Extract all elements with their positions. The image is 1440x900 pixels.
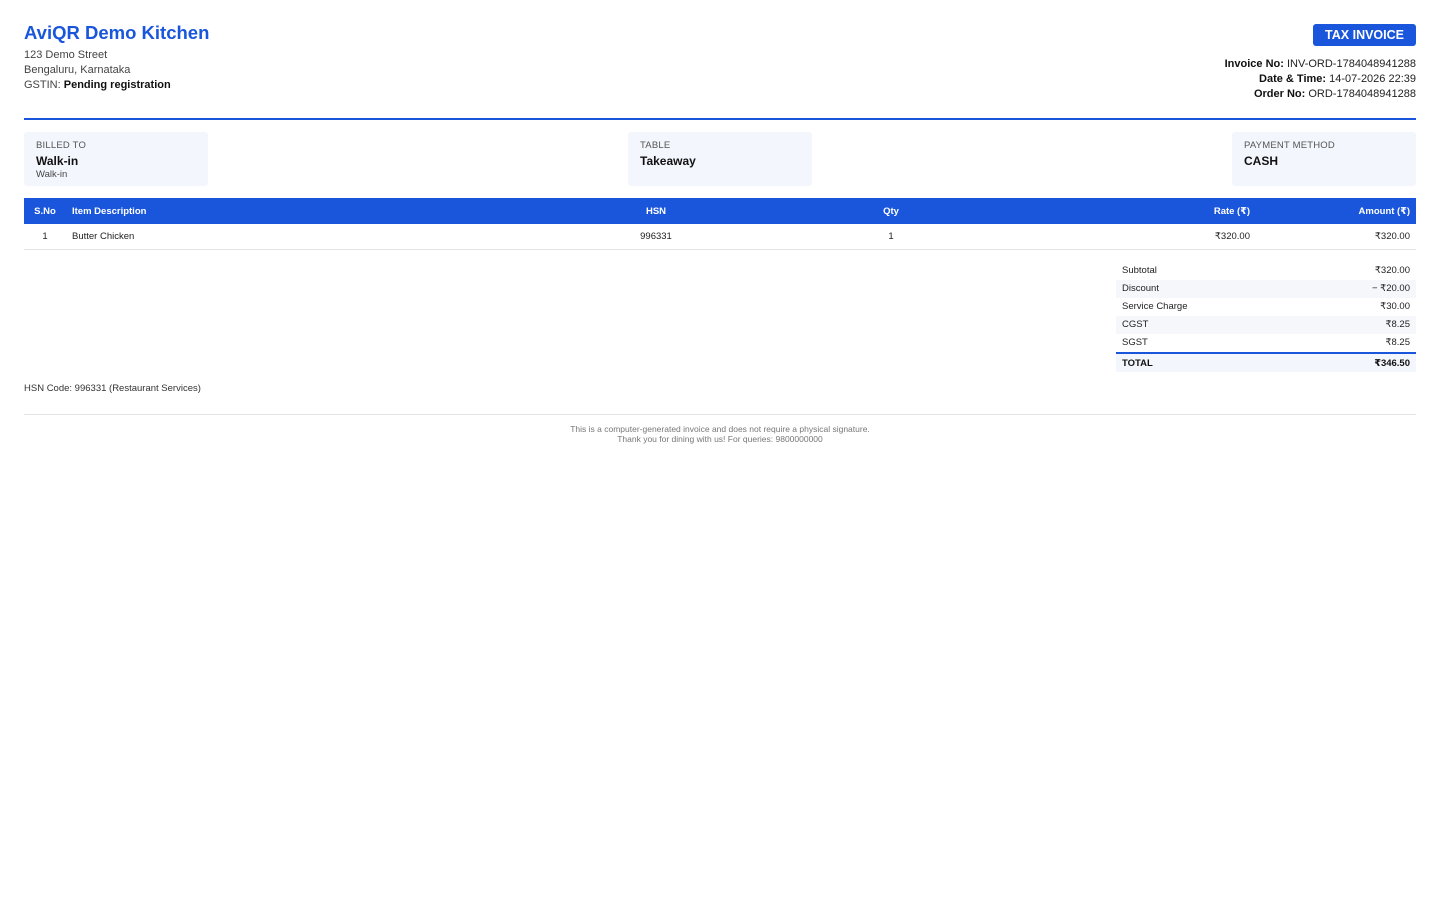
invoice-number-value: INV-ORD-1784048941288 — [1286, 58, 1416, 70]
footer-disclaimer: This is a computer-generated invoice and… — [570, 424, 870, 434]
col-amount-header: Amount (₹) — [1256, 198, 1416, 224]
cgst-value: ₹8.25 — [1385, 319, 1410, 330]
order-number-value: ORD-1784048941288 — [1308, 88, 1416, 100]
subtotal-label: Subtotal — [1122, 265, 1157, 276]
invoice-footer: This is a computer-generated invoice and… — [24, 414, 1416, 444]
business-details: AviQR Demo Kitchen 123 Demo Street Benga… — [24, 22, 209, 93]
invoice-header: AviQR Demo Kitchen 123 Demo Street Benga… — [24, 0, 1416, 120]
hsn-code-note: HSN Code: 996331 (Restaurant Services) — [24, 383, 201, 394]
gstin-label: GSTIN: — [24, 79, 61, 91]
items-table: S.No Item Description HSN Qty Rate (₹) A… — [24, 198, 1416, 250]
billed-to-label: BILLED TO — [36, 140, 87, 151]
col-sno-header: S.No — [24, 198, 66, 224]
tax-invoice-badge: TAX INVOICE — [1313, 24, 1416, 46]
row-hsn: 996331 — [536, 224, 776, 250]
col-description-header: Item Description — [66, 198, 536, 224]
order-number-row: Order No: ORD-1784048941288 — [1225, 87, 1416, 102]
sgst-value: ₹8.25 — [1385, 337, 1410, 348]
grand-total-label: TOTAL — [1122, 358, 1153, 369]
billed-to-sub: Walk-in — [36, 169, 68, 180]
col-qty-header: Qty — [776, 198, 1006, 224]
row-amount: ₹320.00 — [1256, 224, 1416, 250]
service-charge-row: Service Charge ₹30.00 — [1116, 298, 1416, 316]
service-charge-value: ₹30.00 — [1380, 301, 1410, 312]
billed-to-card: BILLED TO Walk-in Walk-in — [24, 132, 208, 186]
grand-total-value: ₹346.50 — [1374, 358, 1410, 369]
invoice-datetime-label: Date & Time: — [1259, 73, 1327, 85]
col-hsn-header: HSN — [536, 198, 776, 224]
row-qty: 1 — [776, 224, 1006, 250]
cgst-row: CGST ₹8.25 — [1116, 316, 1416, 334]
subtotal-value: ₹320.00 — [1374, 265, 1410, 276]
order-number-label: Order No: — [1253, 88, 1306, 100]
table-label: TABLE — [640, 140, 671, 151]
sgst-row: SGST ₹8.25 — [1116, 334, 1416, 352]
totals-summary: Subtotal ₹320.00 Discount − ₹20.00 Servi… — [1116, 262, 1416, 372]
invoice-page: AviQR Demo Kitchen 123 Demo Street Benga… — [0, 0, 1440, 900]
invoice-number-row: Invoice No: INV-ORD-1784048941288 — [1225, 57, 1416, 72]
invoice-number-label: Invoice No: — [1224, 58, 1284, 70]
business-name: AviQR Demo Kitchen — [24, 22, 210, 43]
discount-row: Discount − ₹20.00 — [1116, 280, 1416, 298]
payment-method-card: PAYMENT METHOD CASH — [1232, 132, 1416, 186]
table-row: 1 Butter Chicken 996331 1 ₹320.00 ₹320.0… — [24, 224, 1416, 250]
payment-method-label: PAYMENT METHOD — [1244, 140, 1335, 151]
table-card: TABLE Takeaway — [628, 132, 812, 186]
discount-value: − ₹20.00 — [1371, 283, 1410, 294]
service-charge-label: Service Charge — [1122, 301, 1188, 312]
business-address-line2: Bengaluru, Karnataka — [24, 64, 131, 76]
row-description: Butter Chicken — [66, 224, 536, 250]
invoice-datetime-value: 14-07-2026 22:39 — [1329, 73, 1416, 85]
footer-thanks: Thank you for dining with us! For querie… — [617, 434, 823, 444]
row-rate: ₹320.00 — [1006, 224, 1256, 250]
discount-label: Discount — [1122, 283, 1159, 294]
business-address-line1: 123 Demo Street — [24, 49, 108, 61]
col-rate-header: Rate (₹) — [1006, 198, 1256, 224]
gstin-value: Pending registration — [63, 79, 171, 91]
business-gstin: GSTIN: Pending registration — [24, 78, 209, 93]
invoice-datetime-row: Date & Time: 14-07-2026 22:39 — [1225, 72, 1416, 87]
payment-method-value: CASH — [1244, 154, 1279, 168]
sgst-label: SGST — [1122, 337, 1148, 348]
grand-total-row: TOTAL ₹346.50 — [1116, 352, 1416, 372]
billed-to-value: Walk-in — [36, 154, 79, 168]
table-value: Takeaway — [640, 154, 696, 168]
items-table-header-row: S.No Item Description HSN Qty Rate (₹) A… — [24, 198, 1416, 224]
cgst-label: CGST — [1122, 319, 1149, 330]
subtotal-row: Subtotal ₹320.00 — [1116, 262, 1416, 280]
row-sno: 1 — [24, 224, 66, 250]
invoice-meta: Invoice No: INV-ORD-1784048941288 Date &… — [1225, 57, 1416, 102]
